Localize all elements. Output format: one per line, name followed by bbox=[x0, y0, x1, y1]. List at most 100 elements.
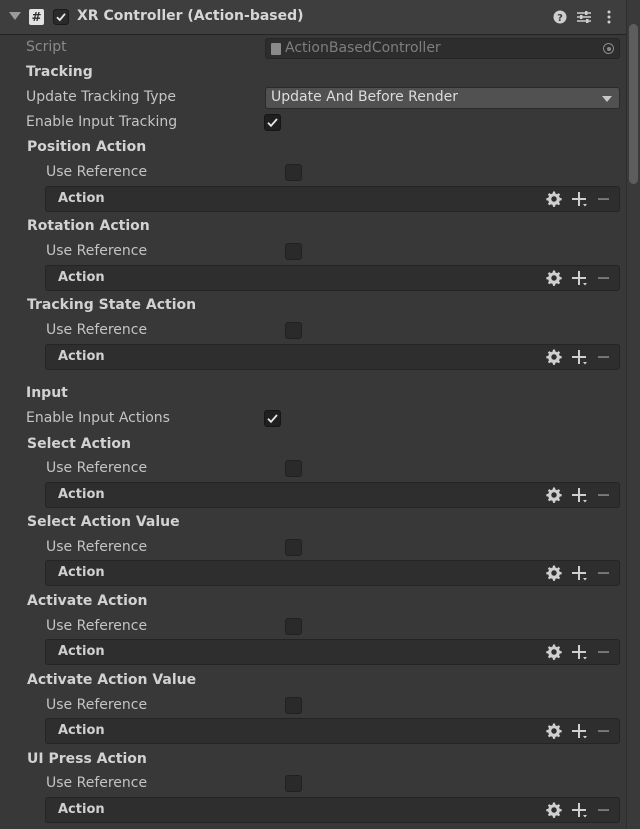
action-title: Select Action Value bbox=[27, 514, 180, 530]
plus-icon[interactable] bbox=[571, 349, 587, 365]
tracking-header: Tracking bbox=[0, 61, 626, 85]
action-foldout[interactable]: Action bbox=[45, 639, 620, 665]
script-field[interactable]: ActionBasedController bbox=[265, 38, 620, 59]
minus-icon[interactable] bbox=[596, 487, 612, 503]
action-label: Action bbox=[58, 349, 105, 364]
use-reference-label: Use Reference bbox=[46, 164, 148, 180]
enable-input-actions-row: Enable Input Actions bbox=[0, 407, 626, 431]
use-reference-checkbox[interactable] bbox=[285, 618, 302, 635]
use-reference-label: Use Reference bbox=[46, 775, 148, 791]
enable-input-tracking-checkbox[interactable] bbox=[264, 114, 281, 131]
action-title: Tracking State Action bbox=[27, 297, 197, 313]
action-row: Action bbox=[0, 560, 626, 586]
component-header: # XR Controller (Action-based) ? bbox=[0, 0, 626, 35]
action-row: Action bbox=[0, 344, 626, 370]
minus-icon[interactable] bbox=[596, 270, 612, 286]
use-reference-row: Use Reference bbox=[0, 772, 626, 796]
action-row: Action bbox=[0, 718, 626, 744]
update-tracking-type-dropdown[interactable]: Update And Before Render bbox=[265, 87, 620, 109]
use-reference-row: Use Reference bbox=[0, 161, 626, 185]
tracking-section-title: Tracking bbox=[26, 64, 93, 80]
action-foldout[interactable]: Action bbox=[45, 482, 620, 508]
gear-icon[interactable] bbox=[546, 191, 562, 207]
use-reference-checkbox[interactable] bbox=[285, 775, 302, 792]
plus-icon[interactable] bbox=[571, 191, 587, 207]
action-title-row: Select Action bbox=[0, 433, 626, 457]
update-tracking-type-label: Update Tracking Type bbox=[26, 89, 177, 105]
input-section-title: Input bbox=[26, 385, 68, 401]
scrollbar-thumb[interactable] bbox=[629, 24, 638, 184]
action-title: Activate Action Value bbox=[27, 672, 197, 688]
action-foldout[interactable]: Action bbox=[45, 718, 620, 744]
plus-icon[interactable] bbox=[571, 723, 587, 739]
action-row: Action bbox=[0, 482, 626, 508]
gear-icon[interactable] bbox=[546, 487, 562, 503]
component-title: XR Controller (Action-based) bbox=[77, 8, 304, 24]
script-icon: # bbox=[29, 9, 44, 25]
checkmark-icon bbox=[267, 118, 278, 128]
action-title-row: Activate Action Value bbox=[0, 669, 626, 693]
plus-icon[interactable] bbox=[571, 802, 587, 818]
action-title-row: Activate Action bbox=[0, 590, 626, 614]
gear-icon[interactable] bbox=[546, 270, 562, 286]
use-reference-checkbox[interactable] bbox=[285, 164, 302, 181]
gear-icon[interactable] bbox=[546, 644, 562, 660]
action-title: UI Press Action bbox=[27, 751, 147, 767]
use-reference-label: Use Reference bbox=[46, 697, 148, 713]
action-title: Select Action bbox=[27, 436, 131, 452]
use-reference-checkbox[interactable] bbox=[285, 322, 302, 339]
use-reference-label: Use Reference bbox=[46, 618, 148, 634]
plus-icon[interactable] bbox=[571, 487, 587, 503]
presets-icon[interactable] bbox=[576, 9, 592, 25]
use-reference-row: Use Reference bbox=[0, 240, 626, 264]
use-reference-checkbox[interactable] bbox=[285, 697, 302, 714]
gear-icon[interactable] bbox=[546, 349, 562, 365]
script-field-value: ActionBasedController bbox=[285, 40, 441, 56]
minus-icon[interactable] bbox=[596, 723, 612, 739]
action-foldout[interactable]: Action bbox=[45, 797, 620, 823]
use-reference-checkbox[interactable] bbox=[285, 460, 302, 477]
minus-icon[interactable] bbox=[596, 644, 612, 660]
action-foldout[interactable]: Action bbox=[45, 344, 620, 370]
minus-icon[interactable] bbox=[596, 349, 612, 365]
action-label: Action bbox=[58, 802, 105, 817]
use-reference-row: Use Reference bbox=[0, 694, 626, 718]
action-label: Action bbox=[58, 644, 105, 659]
action-label: Action bbox=[58, 270, 105, 285]
action-row: Action bbox=[0, 639, 626, 665]
plus-icon[interactable] bbox=[571, 565, 587, 581]
action-title: Activate Action bbox=[27, 593, 148, 609]
action-foldout[interactable]: Action bbox=[45, 186, 620, 212]
component-enable-toggle[interactable] bbox=[53, 9, 69, 25]
action-row: Action bbox=[0, 265, 626, 291]
minus-icon[interactable] bbox=[596, 802, 612, 818]
minus-icon[interactable] bbox=[596, 191, 612, 207]
object-picker-icon[interactable] bbox=[603, 43, 614, 54]
checkmark-icon bbox=[56, 13, 66, 22]
minus-icon[interactable] bbox=[596, 565, 612, 581]
action-foldout[interactable]: Action bbox=[45, 265, 620, 291]
gear-icon[interactable] bbox=[546, 565, 562, 581]
plus-icon[interactable] bbox=[571, 270, 587, 286]
action-foldout[interactable]: Action bbox=[45, 560, 620, 586]
foldout-arrow-icon[interactable] bbox=[9, 12, 21, 20]
action-title-row: UI Press Action bbox=[0, 748, 626, 772]
action-label: Action bbox=[58, 723, 105, 738]
help-icon[interactable]: ? bbox=[552, 9, 568, 25]
kebab-menu-icon[interactable] bbox=[601, 9, 617, 25]
vertical-scrollbar[interactable] bbox=[626, 0, 640, 829]
gear-icon[interactable] bbox=[546, 723, 562, 739]
enable-input-actions-checkbox[interactable] bbox=[264, 410, 281, 427]
plus-icon[interactable] bbox=[571, 644, 587, 660]
action-title: Position Action bbox=[27, 139, 147, 155]
use-reference-checkbox[interactable] bbox=[285, 539, 302, 556]
gear-icon[interactable] bbox=[546, 802, 562, 818]
action-row: Action bbox=[0, 797, 626, 823]
checkmark-icon bbox=[267, 414, 278, 424]
action-title-row: Position Action bbox=[0, 136, 626, 160]
use-reference-checkbox[interactable] bbox=[285, 243, 302, 260]
action-label: Action bbox=[58, 487, 105, 502]
action-label: Action bbox=[58, 191, 105, 206]
use-reference-row: Use Reference bbox=[0, 319, 626, 343]
svg-text:?: ? bbox=[557, 13, 563, 24]
